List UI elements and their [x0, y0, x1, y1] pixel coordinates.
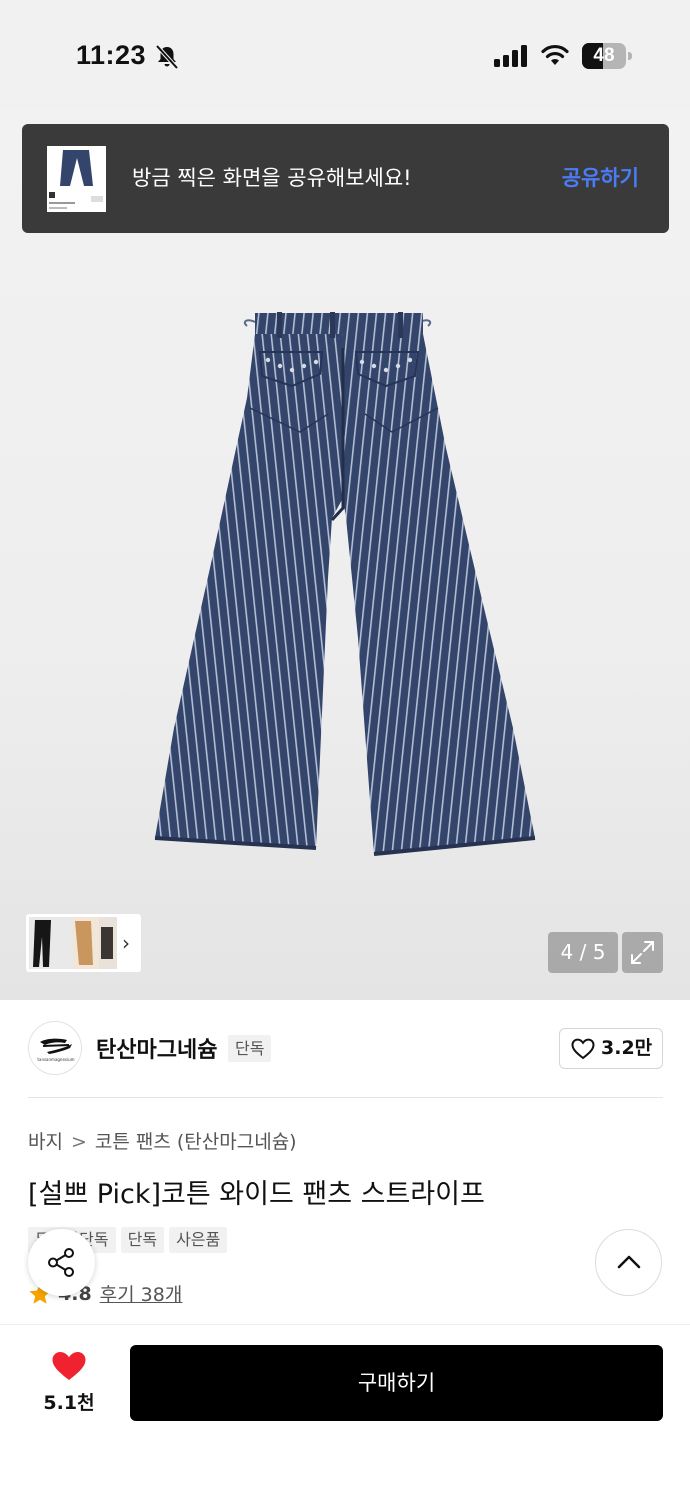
tag-gift: 사은품 [169, 1227, 228, 1253]
image-page-counter: 4 / 5 [548, 932, 618, 973]
brand-exclusive-badge: 단독 [228, 1035, 272, 1062]
chevron-up-icon [617, 1255, 641, 1269]
thumbnail-strip[interactable]: › [26, 914, 141, 972]
heart-outline-icon [571, 1038, 595, 1060]
reviews-link[interactable]: 후기 38개 [100, 1280, 183, 1307]
product-title: [설쁘 Pick]코튼 와이드 팬츠 스트라이프 [28, 1179, 485, 1210]
expand-image-button[interactable] [622, 932, 663, 973]
wish-count: 5.1천 [43, 1392, 95, 1414]
screenshot-share-toast: 방금 찍은 화면을 공유해보세요! 공유하기 [22, 124, 669, 233]
breadcrumb: 바지 > 코튼 팬츠 (탄산마그네슘) [28, 1127, 297, 1154]
breadcrumb-category[interactable]: 바지 [28, 1131, 63, 1153]
breadcrumb-separator: > [70, 1131, 87, 1153]
bell-slash-icon [155, 44, 179, 70]
product-photo [154, 312, 536, 856]
battery-level: 48 [593, 45, 615, 66]
share-icon [48, 1248, 74, 1277]
heart-filled-icon[interactable] [51, 1350, 87, 1382]
thumbnail-images [29, 917, 117, 969]
wifi-icon [541, 44, 569, 65]
tag-exclusive: 단독 [120, 1227, 165, 1253]
status-bar: 11:23 48 [0, 0, 690, 110]
screenshot-thumbnail[interactable] [47, 146, 106, 212]
brand-logo[interactable]: tansanmagnesium [28, 1021, 82, 1075]
brand-logo-caption: tansanmagnesium [37, 1057, 75, 1062]
expand-icon [631, 941, 654, 964]
scroll-to-top-button[interactable] [595, 1229, 662, 1296]
brand-logo-mark [40, 1038, 72, 1054]
brand-like-button[interactable]: 3.2만 [559, 1028, 663, 1069]
section-divider [28, 1097, 663, 1098]
buy-button[interactable]: 구매하기 [130, 1345, 663, 1421]
breadcrumb-subcategory[interactable]: 코튼 팬츠 (탄산마그네슘) [95, 1131, 297, 1153]
share-button[interactable] [28, 1229, 95, 1296]
brand-name[interactable]: 탄산마그네슘 [96, 1032, 217, 1064]
battery-indicator: 48 [582, 43, 632, 69]
cellular-signal-icon [494, 45, 527, 67]
chevron-right-icon: › [122, 931, 130, 955]
toast-share-button[interactable]: 공유하기 [562, 124, 639, 233]
status-time: 11:23 [76, 40, 147, 70]
toast-message: 방금 찍은 화면을 공유해보세요! [132, 166, 412, 190]
brand-like-count: 3.2만 [601, 1037, 653, 1059]
